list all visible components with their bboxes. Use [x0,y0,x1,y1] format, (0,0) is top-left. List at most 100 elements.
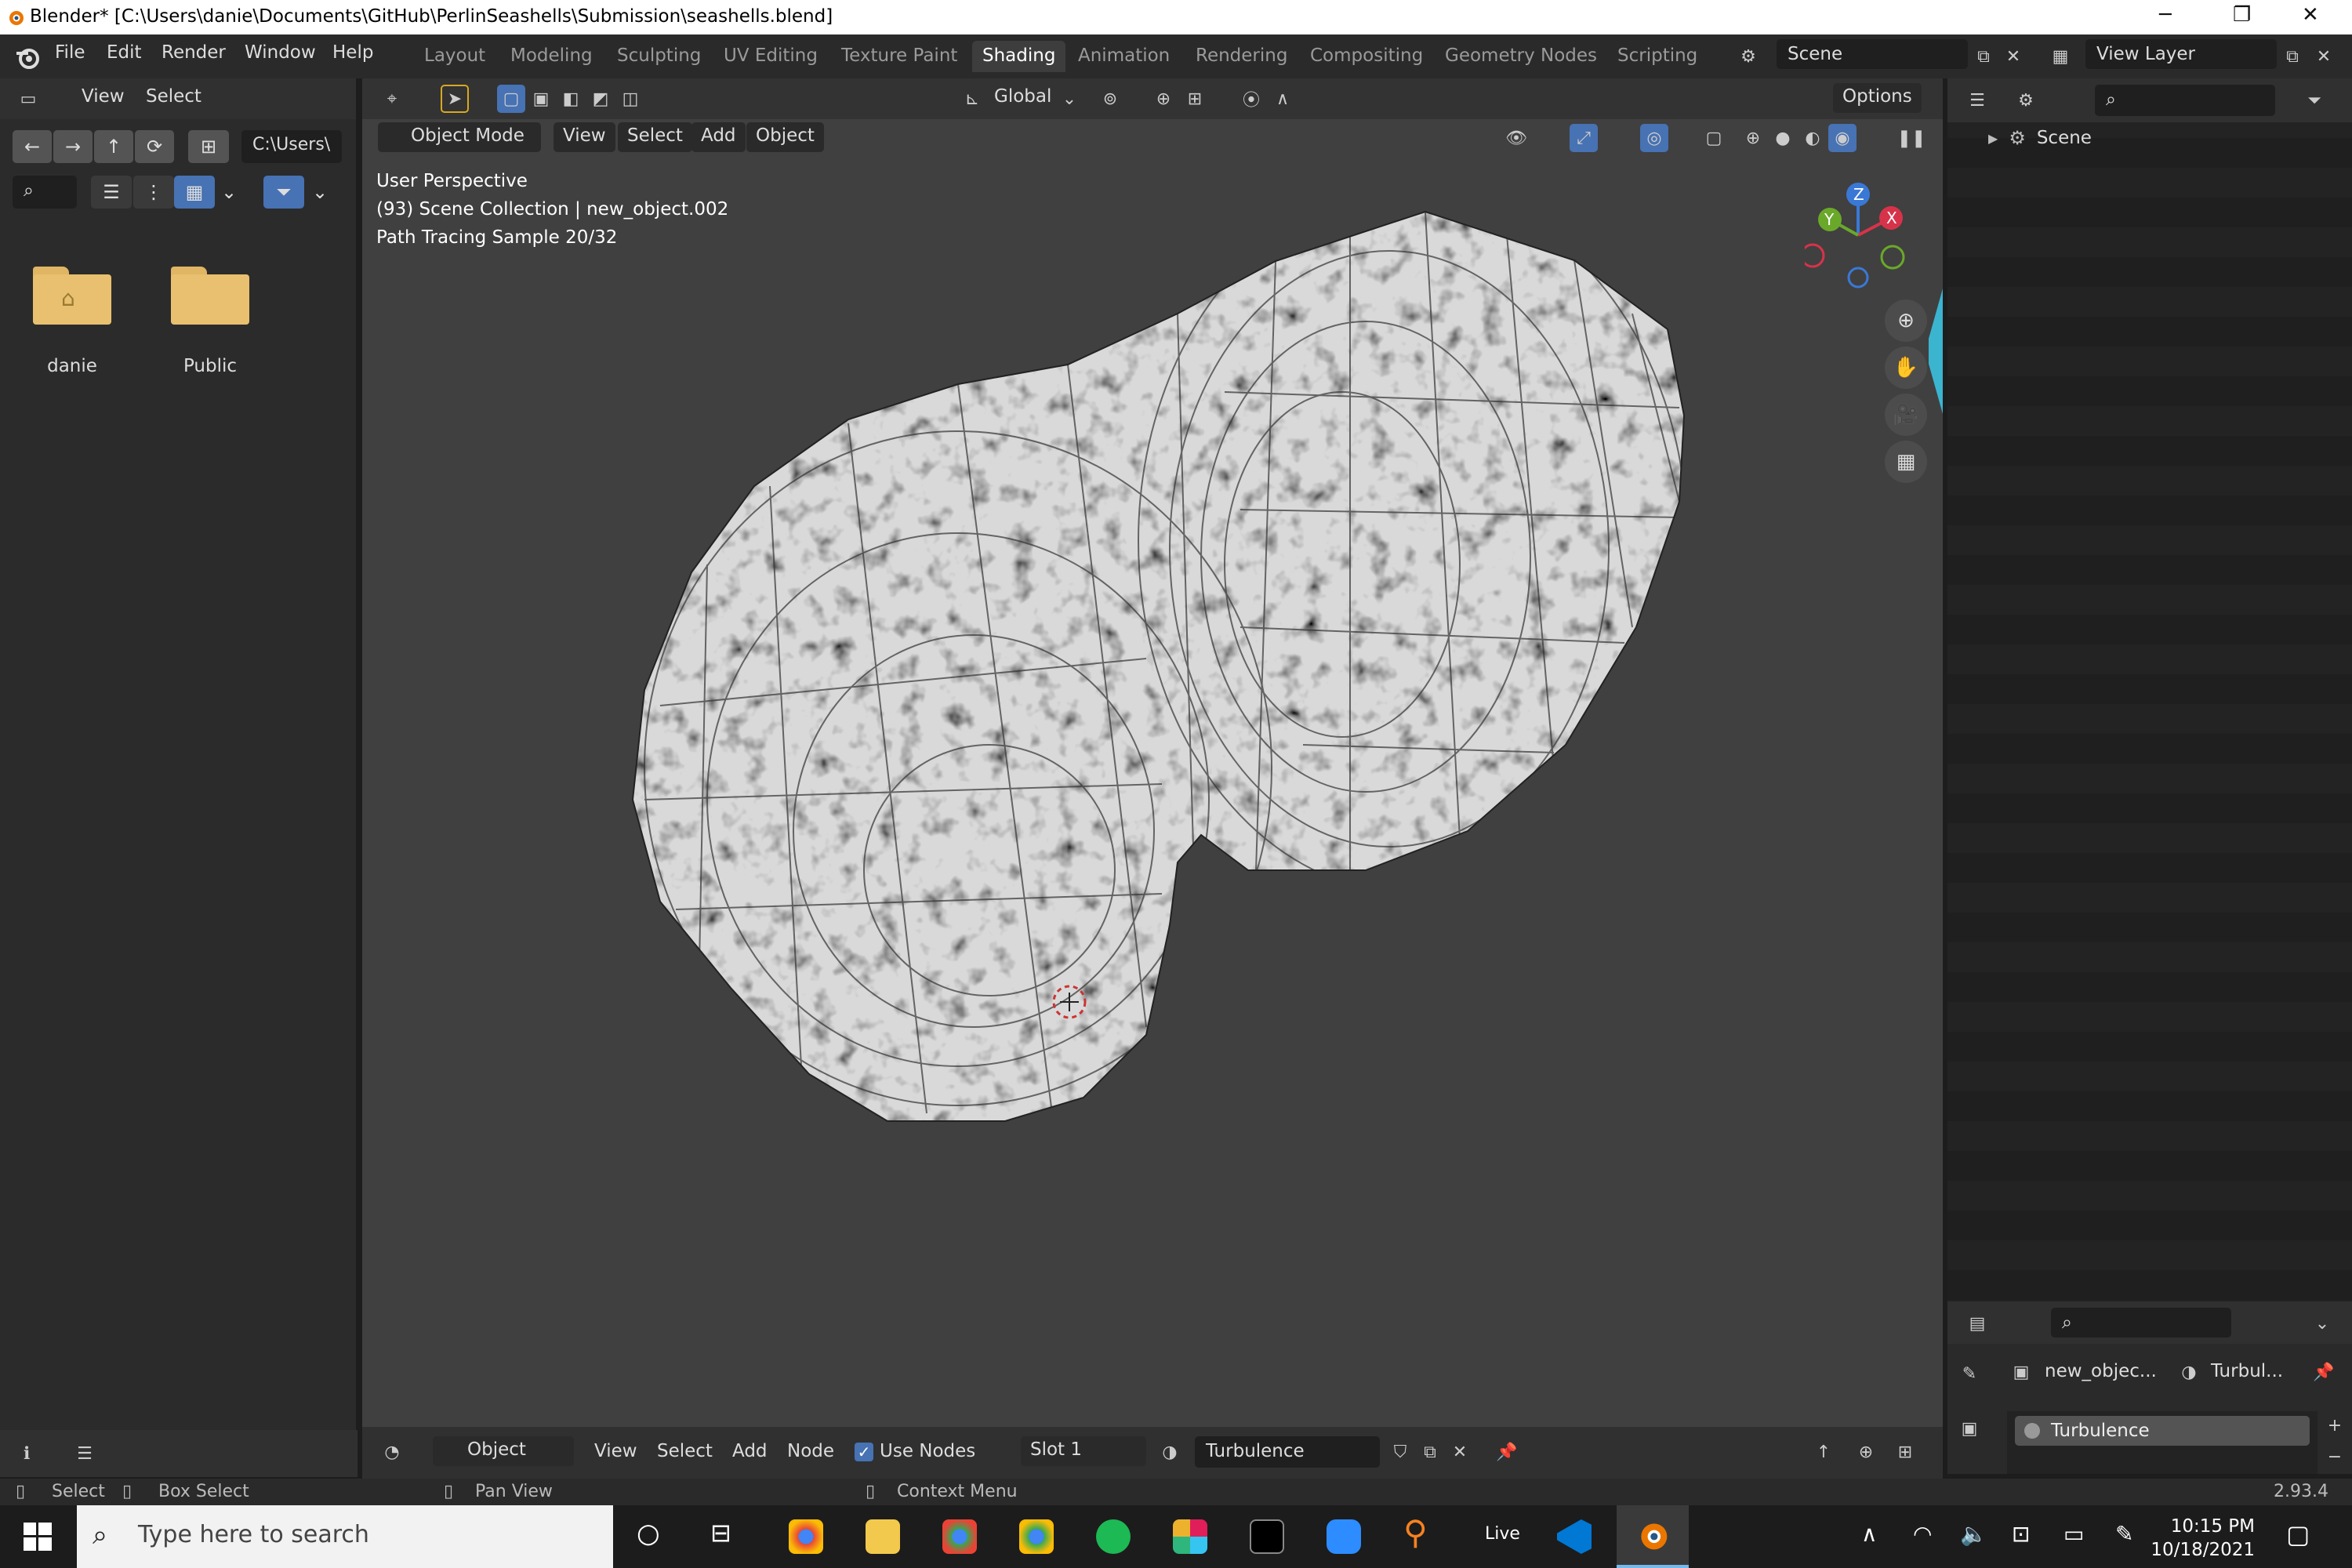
outliner-item-scene[interactable]: ▶ ⚙ Scene [1988,124,2092,152]
file-menu-view[interactable]: View [82,86,125,107]
tab-rendering[interactable]: Rendering [1185,41,1298,72]
filter-icon[interactable]: ⏷ [263,176,304,209]
new-directory-button[interactable]: ⊞ [188,130,229,163]
minimize-button[interactable]: ─ [2159,3,2172,27]
menu-window[interactable]: Window [245,42,316,63]
delete-view-layer-icon[interactable]: ✕ [2310,42,2338,71]
tab-uv-editing[interactable]: UV Editing [713,41,828,72]
editor-type-icon[interactable]: ▭ [14,85,42,113]
parent-directory-button[interactable]: ↑ [94,130,133,163]
refresh-button[interactable]: ⟳ [135,130,174,163]
tab-compositing[interactable]: Compositing [1300,41,1433,72]
view-layer-icon[interactable]: ▦ [2046,42,2074,71]
scene-field[interactable]: Scene [1777,39,1968,69]
back-button[interactable]: ← [13,130,52,163]
live-app-icon[interactable]: Live [1485,1524,1520,1544]
material-name-field[interactable]: Turbulence [1195,1436,1380,1468]
display-horizontal-list-icon[interactable]: ⋮ [133,176,174,209]
tab-texture-paint[interactable]: Texture Paint [831,41,967,72]
node-snap-target-icon[interactable]: ⊞ [1891,1438,1919,1466]
taskbar-clock[interactable]: 10:15 PM 10/18/2021 [2151,1515,2255,1562]
file-menu-select[interactable]: Select [146,86,201,107]
remove-slot-icon[interactable]: − [2321,1443,2349,1471]
pen-icon[interactable]: ✎ [2115,1521,2133,1547]
tool-tab-icon[interactable]: ✎ [1955,1359,1984,1388]
fake-user-icon[interactable]: ⛉ [1386,1438,1414,1466]
scene-selector-icon[interactable]: ⚙ [1734,42,1762,71]
tab-modeling[interactable]: Modeling [500,41,603,72]
menu-edit[interactable]: Edit [107,42,142,63]
duplicate-material-icon[interactable]: ⧉ [1416,1438,1444,1466]
windows-start-icon[interactable] [24,1523,52,1551]
ortho-grid-icon[interactable]: ▦ [1885,441,1927,483]
navigation-gizmo[interactable]: Z X Y [1805,180,1915,298]
slack-icon[interactable] [1173,1519,1207,1554]
restore-button[interactable]: ❐ [2233,3,2251,27]
display-thumbnails-icon[interactable]: ▦ [174,176,215,209]
tab-scripting[interactable]: Scripting [1607,41,1708,72]
spotify-icon[interactable] [1096,1519,1131,1554]
home-folder-icon[interactable]: ⌂ [33,267,111,325]
view-layer-field[interactable]: View Layer [2085,39,2277,69]
filter-dropdown-icon[interactable]: ⌄ [306,176,334,209]
seashell-mesh[interactable] [362,78,1943,1427]
node-menu-view[interactable]: View [594,1441,637,1461]
display-vertical-list-icon[interactable]: ☰ [91,176,132,209]
pin-node-tree-icon[interactable]: 📌 [1493,1438,1521,1466]
tab-shading[interactable]: Shading [972,41,1066,72]
properties-dropdown-icon[interactable]: ⌄ [2308,1309,2336,1338]
tab-animation[interactable]: Animation [1068,41,1180,72]
zoom-icon[interactable]: ⊕ [1885,299,1927,342]
terminal-icon[interactable] [1250,1519,1284,1554]
tab-geometry-nodes[interactable]: Geometry Nodes [1435,41,1607,72]
pan-hand-icon[interactable]: ✋ [1885,347,1927,389]
file-search-input[interactable]: ⌕ [13,176,77,209]
battery-icon[interactable]: ▭ [2063,1521,2084,1547]
chrome-profile-icon[interactable] [942,1519,977,1554]
display-dropdown-icon[interactable]: ⌄ [215,176,243,209]
chrome-icon[interactable] [789,1519,823,1554]
properties-editor-type-icon[interactable]: ▤ [1963,1309,1991,1338]
outliner-search-input[interactable]: ⌕ [2095,85,2275,116]
camera-view-icon[interactable]: 🎥 [1885,394,1927,436]
new-view-layer-icon[interactable]: ⧉ [2278,42,2307,71]
network-icon[interactable]: ⊡ [2012,1521,2030,1547]
wifi-icon[interactable]: ◠ [1913,1521,1932,1547]
blender-menu-icon[interactable] [14,44,41,71]
parent-node-tree-icon[interactable]: ↑ [1809,1438,1838,1466]
blender-taskbar-button[interactable] [1617,1505,1689,1568]
outliner-filter-icon[interactable]: ⏷ [2300,86,2328,114]
delete-scene-icon[interactable]: ✕ [1999,42,2027,71]
path-field[interactable]: C:\Users\ [241,130,342,163]
cortana-icon[interactable]: ○ [637,1518,660,1549]
menu-render[interactable]: Render [162,42,226,63]
viewport-3d[interactable]: ⌖ ➤ ▢ ▣ ◧ ◩ ◫ ⊾ Global ⌄ ⊚ ⊕ ⊞ ⦿ ∧ Optio… [362,78,1943,1427]
node-menu-select[interactable]: Select [657,1441,713,1461]
search-app-icon[interactable]: ⚲ [1403,1513,1428,1552]
node-snap-icon[interactable]: ⊕ [1852,1438,1880,1466]
pin-icon[interactable]: 📌 [2310,1358,2338,1386]
tab-layout[interactable]: Layout [414,41,495,72]
shader-editor-type-icon[interactable]: ◔ [378,1438,406,1466]
use-nodes-checkbox[interactable]: ✓ [855,1443,873,1461]
tray-chevron-icon[interactable]: ∧ [1861,1521,1878,1547]
display-mode-icon[interactable]: ⚙ [2012,86,2040,114]
file-explorer-icon[interactable] [866,1519,900,1554]
vscode-icon[interactable] [1557,1519,1592,1554]
node-menu-node[interactable]: Node [787,1441,834,1461]
folder-icon[interactable] [171,267,249,325]
taskbar-search-box[interactable]: ⌕ Type here to search [77,1505,613,1568]
zoom-app-icon[interactable] [1327,1519,1361,1554]
task-view-icon[interactable]: ⊟ [710,1518,731,1548]
new-scene-icon[interactable]: ⧉ [1969,42,1998,71]
render-tab-icon[interactable]: ▣ [1955,1414,1984,1443]
add-slot-icon[interactable]: + [2321,1411,2349,1439]
shader-object-dropdown[interactable]: Object [433,1436,574,1466]
menu-help[interactable]: Help [332,42,373,63]
unlink-material-icon[interactable]: ✕ [1446,1438,1474,1466]
tab-sculpting[interactable]: Sculpting [607,41,711,72]
forward-button[interactable]: → [53,130,93,163]
menu-file[interactable]: File [55,42,85,63]
node-menu-add[interactable]: Add [732,1441,768,1461]
properties-search-input[interactable]: ⌕ [2051,1308,2231,1338]
